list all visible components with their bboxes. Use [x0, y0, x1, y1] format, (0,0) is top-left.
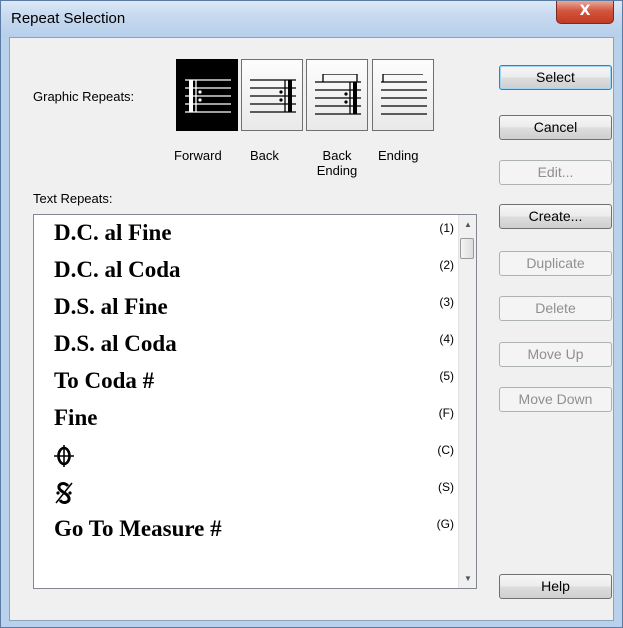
text-repeats-list[interactable]: D.C. al Fine (1) D.C. al Coda (2) D.S. a… [33, 214, 477, 589]
segno-icon [55, 482, 73, 504]
list-item-label: Fine [54, 405, 98, 430]
list-item[interactable]: D.S. al Fine (3) [34, 289, 460, 326]
list-item[interactable]: Go To Measure # (G) [34, 511, 460, 548]
repeat-selection-dialog: Repeat Selection X Graphic Repeats: Forw… [0, 0, 623, 628]
create-button[interactable]: Create... [499, 204, 612, 229]
list-item[interactable]: (C) [34, 437, 460, 474]
scroll-thumb[interactable] [460, 238, 474, 259]
list-item-code: (1) [439, 221, 454, 235]
list-item-code: (4) [439, 332, 454, 346]
text-repeats-label: Text Repeats: [33, 191, 113, 206]
back-caption: Back [250, 148, 279, 163]
forward-caption: Forward [174, 148, 222, 163]
ending-repeat-button[interactable] [372, 59, 434, 131]
list-item-label: D.C. al Coda [54, 257, 181, 282]
list-item-code: (G) [436, 517, 454, 531]
title-bar[interactable]: Repeat Selection X [1, 1, 622, 37]
coda-icon [54, 445, 74, 467]
back-ending-caption: Back Ending [316, 148, 358, 178]
list-item[interactable]: Fine (F) [34, 400, 460, 437]
close-button[interactable]: X [556, 1, 614, 24]
list-item-code: (F) [438, 406, 454, 420]
scroll-up-icon[interactable]: ▲ [464, 220, 472, 229]
duplicate-button[interactable]: Duplicate [499, 251, 612, 276]
back-repeat-button[interactable] [241, 59, 303, 131]
forward-repeat-button[interactable] [176, 59, 238, 131]
select-button[interactable]: Select [499, 65, 612, 90]
back-ending-repeat-icon [315, 74, 361, 115]
ending-repeat-icon [381, 74, 427, 115]
list-item-label: Go To Measure # [54, 516, 222, 541]
move-down-button[interactable]: Move Down [499, 387, 612, 412]
list-item-code: (C) [437, 443, 454, 457]
forward-repeat-icon [185, 79, 231, 113]
list-item-label: D.C. al Fine [54, 220, 172, 245]
list-scrollbar[interactable]: ▲ ▼ [458, 215, 476, 588]
list-item-code: (5) [439, 369, 454, 383]
scroll-down-icon[interactable]: ▼ [464, 574, 472, 583]
back-repeat-icon [250, 79, 296, 113]
list-item-label: D.S. al Fine [54, 294, 168, 319]
list-item-code: (S) [438, 480, 454, 494]
edit-button[interactable]: Edit... [499, 160, 612, 185]
cancel-button[interactable]: Cancel [499, 115, 612, 140]
ending-caption: Ending [378, 148, 419, 163]
delete-button[interactable]: Delete [499, 296, 612, 321]
help-button[interactable]: Help [499, 574, 612, 599]
list-item[interactable]: D.S. al Coda (4) [34, 326, 460, 363]
window-title: Repeat Selection [11, 10, 126, 27]
back-ending-repeat-button[interactable] [306, 59, 368, 131]
move-up-button[interactable]: Move Up [499, 342, 612, 367]
graphic-repeats-label: Graphic Repeats: [33, 89, 135, 104]
close-icon: X [579, 3, 591, 19]
list-item[interactable]: D.C. al Fine (1) [34, 215, 460, 252]
list-item-label: D.S. al Coda [54, 331, 177, 356]
list-item[interactable]: To Coda # (5) [34, 363, 460, 400]
list-item-code: (3) [439, 295, 454, 309]
list-item-code: (2) [439, 258, 454, 272]
list-item-label: To Coda # [54, 368, 155, 393]
list-item[interactable]: D.C. al Coda (2) [34, 252, 460, 289]
list-item[interactable]: (S) [34, 474, 460, 511]
